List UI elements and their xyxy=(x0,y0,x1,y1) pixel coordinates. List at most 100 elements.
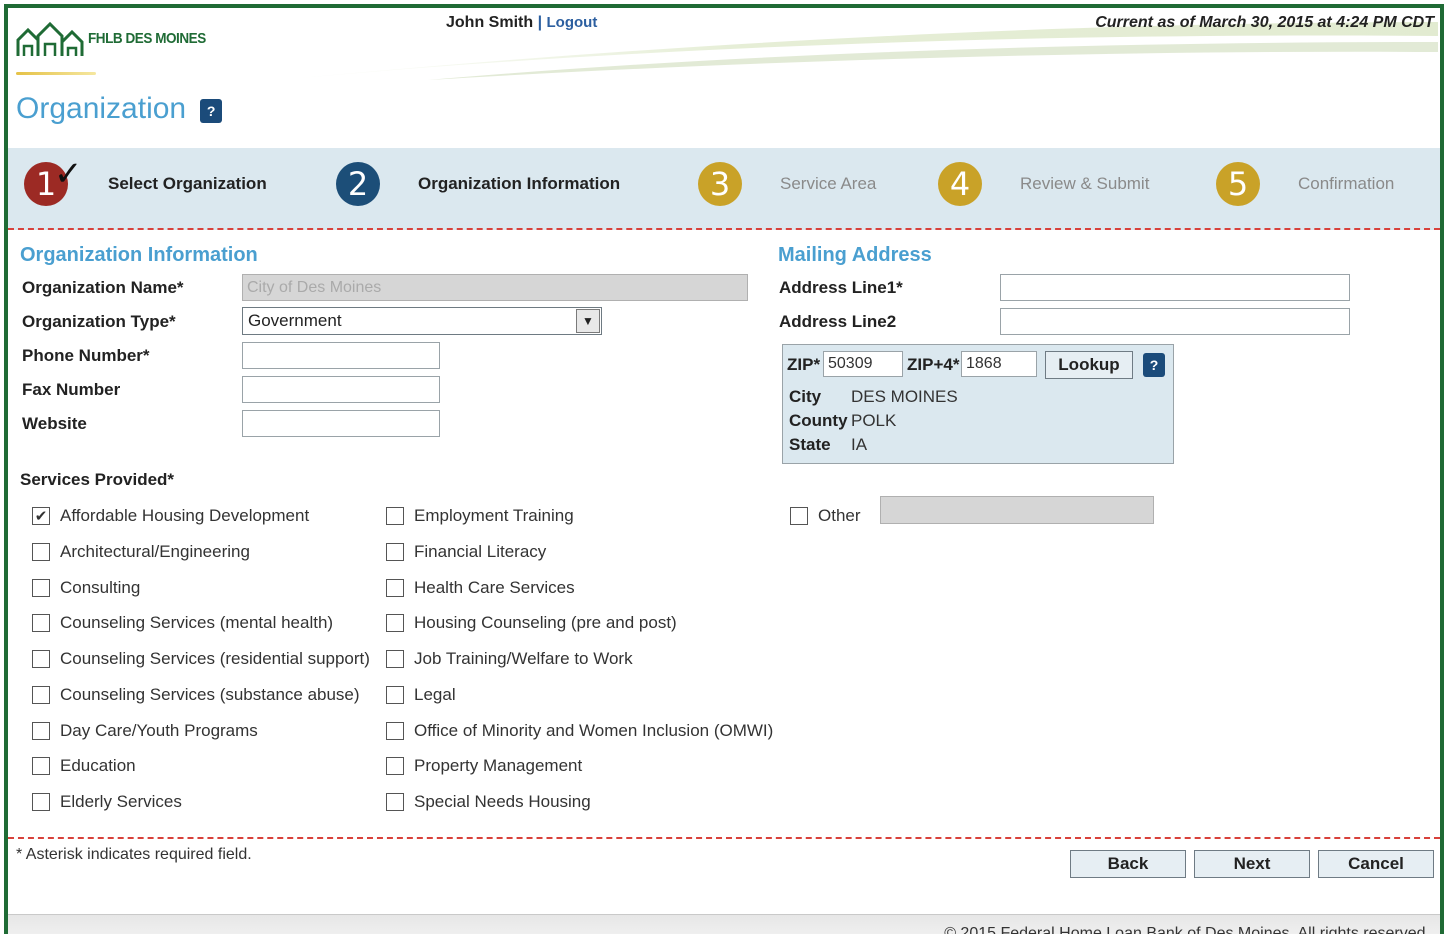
address-line2-field[interactable] xyxy=(1000,308,1350,335)
service-checkbox-item[interactable]: Special Needs Housing xyxy=(386,792,591,812)
service-label: Special Needs Housing xyxy=(414,792,591,811)
next-button[interactable]: Next xyxy=(1194,850,1310,878)
required-field-note: * Asterisk indicates required field. xyxy=(16,846,252,863)
step-4-label: Review & Submit xyxy=(1020,174,1150,193)
org-type-selected-value: Government xyxy=(248,311,342,330)
service-label: Education xyxy=(60,756,136,775)
logo-underline xyxy=(16,72,96,75)
zip-field[interactable] xyxy=(823,351,903,377)
checkmark-icon: ✓ xyxy=(54,155,83,193)
checkbox[interactable] xyxy=(386,686,404,704)
org-type-label: Organization Type* xyxy=(22,312,176,331)
step-3-service-area: 3 Service Area xyxy=(698,162,876,206)
service-label: Day Care/Youth Programs xyxy=(60,721,258,740)
step-2-label: Organization Information xyxy=(418,174,621,193)
checkbox[interactable] xyxy=(32,614,50,632)
service-label: Property Management xyxy=(414,756,583,775)
website-field[interactable] xyxy=(242,410,440,437)
bottom-divider xyxy=(8,837,1440,839)
fhlb-logo[interactable]: FHLB DES MOINES xyxy=(16,18,219,75)
org-name-label: Organization Name* xyxy=(22,278,184,297)
org-info-section-title: Organization Information xyxy=(20,244,258,266)
checkbox[interactable] xyxy=(790,507,808,525)
service-label: Architectural/Engineering xyxy=(60,542,250,561)
state-label: State xyxy=(789,435,831,454)
step-4-review-submit: 4 Review & Submit xyxy=(938,162,1149,206)
county-value: POLK xyxy=(851,411,897,430)
service-checkbox-item[interactable]: Property Management xyxy=(386,756,582,776)
step-1-select-organization: 1 ✓ Select Organization xyxy=(24,155,267,206)
step-3-label: Service Area xyxy=(780,174,877,193)
step-2-organization-information: 2 Organization Information xyxy=(336,162,620,206)
service-checkbox-item[interactable]: Architectural/Engineering xyxy=(32,542,250,562)
checkbox[interactable] xyxy=(386,507,404,525)
service-label: Counseling Services (substance abuse) xyxy=(60,685,360,704)
fax-label: Fax Number xyxy=(22,380,121,399)
org-type-select[interactable]: Government ▼ xyxy=(242,307,602,335)
checkbox[interactable] xyxy=(386,579,404,597)
service-checkbox-item[interactable]: Employment Training xyxy=(386,506,574,526)
service-label: Elderly Services xyxy=(60,792,182,811)
service-checkbox-item[interactable]: Consulting xyxy=(32,578,140,598)
service-checkbox-item[interactable]: Financial Literacy xyxy=(386,542,546,562)
service-checkbox-item[interactable]: Health Care Services xyxy=(386,578,575,598)
service-checkbox-item[interactable]: ✔ Affordable Housing Development xyxy=(32,506,309,526)
service-checkbox-item[interactable]: Education xyxy=(32,756,136,776)
checkbox[interactable] xyxy=(386,543,404,561)
back-button[interactable]: Back xyxy=(1070,850,1186,878)
houses-logo-icon xyxy=(16,21,84,56)
service-label: Counseling Services (residential support… xyxy=(60,649,370,668)
checkbox[interactable] xyxy=(32,757,50,775)
service-label: Office of Minority and Women Inclusion (… xyxy=(414,721,774,740)
copyright-text: © 2015 Federal Home Loan Bank of Des Moi… xyxy=(944,925,1430,934)
step-2-circle: 2 xyxy=(336,162,380,206)
footer-bar: © 2015 Federal Home Loan Bank of Des Moi… xyxy=(8,914,1440,934)
page-title-row: Organization ? xyxy=(16,92,223,126)
checkbox[interactable] xyxy=(386,793,404,811)
checkbox[interactable] xyxy=(386,614,404,632)
services-provided-label: Services Provided* xyxy=(20,470,175,489)
cancel-button[interactable]: Cancel xyxy=(1318,850,1434,878)
checkbox[interactable] xyxy=(386,722,404,740)
fax-field[interactable] xyxy=(242,376,440,403)
user-separator: | xyxy=(537,14,543,31)
logout-link[interactable]: Logout xyxy=(547,14,598,31)
checkbox[interactable] xyxy=(386,650,404,668)
checkbox[interactable] xyxy=(32,722,50,740)
service-label: Legal xyxy=(414,685,456,704)
page-help-icon[interactable]: ? xyxy=(200,99,223,123)
zip-label: ZIP* xyxy=(787,355,821,374)
current-as-of-timestamp: Current as of March 30, 2015 at 4:24 PM … xyxy=(1095,14,1434,31)
state-value: IA xyxy=(851,435,868,454)
service-checkbox-item[interactable]: Office of Minority and Women Inclusion (… xyxy=(386,721,773,741)
phone-field[interactable] xyxy=(242,342,440,369)
zip4-field[interactable] xyxy=(961,351,1037,377)
service-checkbox-item[interactable]: Job Training/Welfare to Work xyxy=(386,649,633,669)
checkbox[interactable] xyxy=(386,757,404,775)
chevron-down-icon[interactable]: ▼ xyxy=(576,309,600,333)
zip-help-icon[interactable]: ? xyxy=(1143,353,1165,377)
app-frame: FHLB DES MOINES John Smith | Logout Curr… xyxy=(4,4,1444,934)
service-label: Affordable Housing Development xyxy=(60,506,310,525)
checkbox[interactable] xyxy=(32,543,50,561)
checkbox[interactable] xyxy=(32,579,50,597)
service-checkbox-item[interactable]: Counseling Services (mental health) xyxy=(32,613,333,633)
address-line1-field[interactable] xyxy=(1000,274,1350,301)
phone-label: Phone Number* xyxy=(22,346,150,365)
lookup-button[interactable]: Lookup xyxy=(1045,351,1133,379)
checkbox[interactable] xyxy=(32,686,50,704)
checkbox-checked[interactable]: ✔ xyxy=(32,507,50,525)
zip-lookup-panel: ZIP* ZIP+4* Lookup ? City DES MOINES Cou… xyxy=(782,344,1174,464)
wizard-steps-bar: 1 ✓ Select Organization 2 Organization I… xyxy=(8,148,1440,230)
page-title: Organization xyxy=(16,92,187,125)
service-checkbox-item[interactable]: Elderly Services xyxy=(32,792,182,812)
service-other[interactable]: Other xyxy=(790,506,861,526)
checkbox[interactable] xyxy=(32,793,50,811)
service-checkbox-item[interactable]: Counseling Services (residential support… xyxy=(32,649,370,669)
checkbox[interactable] xyxy=(32,650,50,668)
service-checkbox-item[interactable]: Day Care/Youth Programs xyxy=(32,721,258,741)
service-checkbox-item[interactable]: Housing Counseling (pre and post) xyxy=(386,613,677,633)
service-checkbox-item[interactable]: Counseling Services (substance abuse) xyxy=(32,685,360,705)
service-checkbox-item[interactable]: Legal xyxy=(386,685,456,705)
step-5-label: Confirmation xyxy=(1298,174,1395,193)
